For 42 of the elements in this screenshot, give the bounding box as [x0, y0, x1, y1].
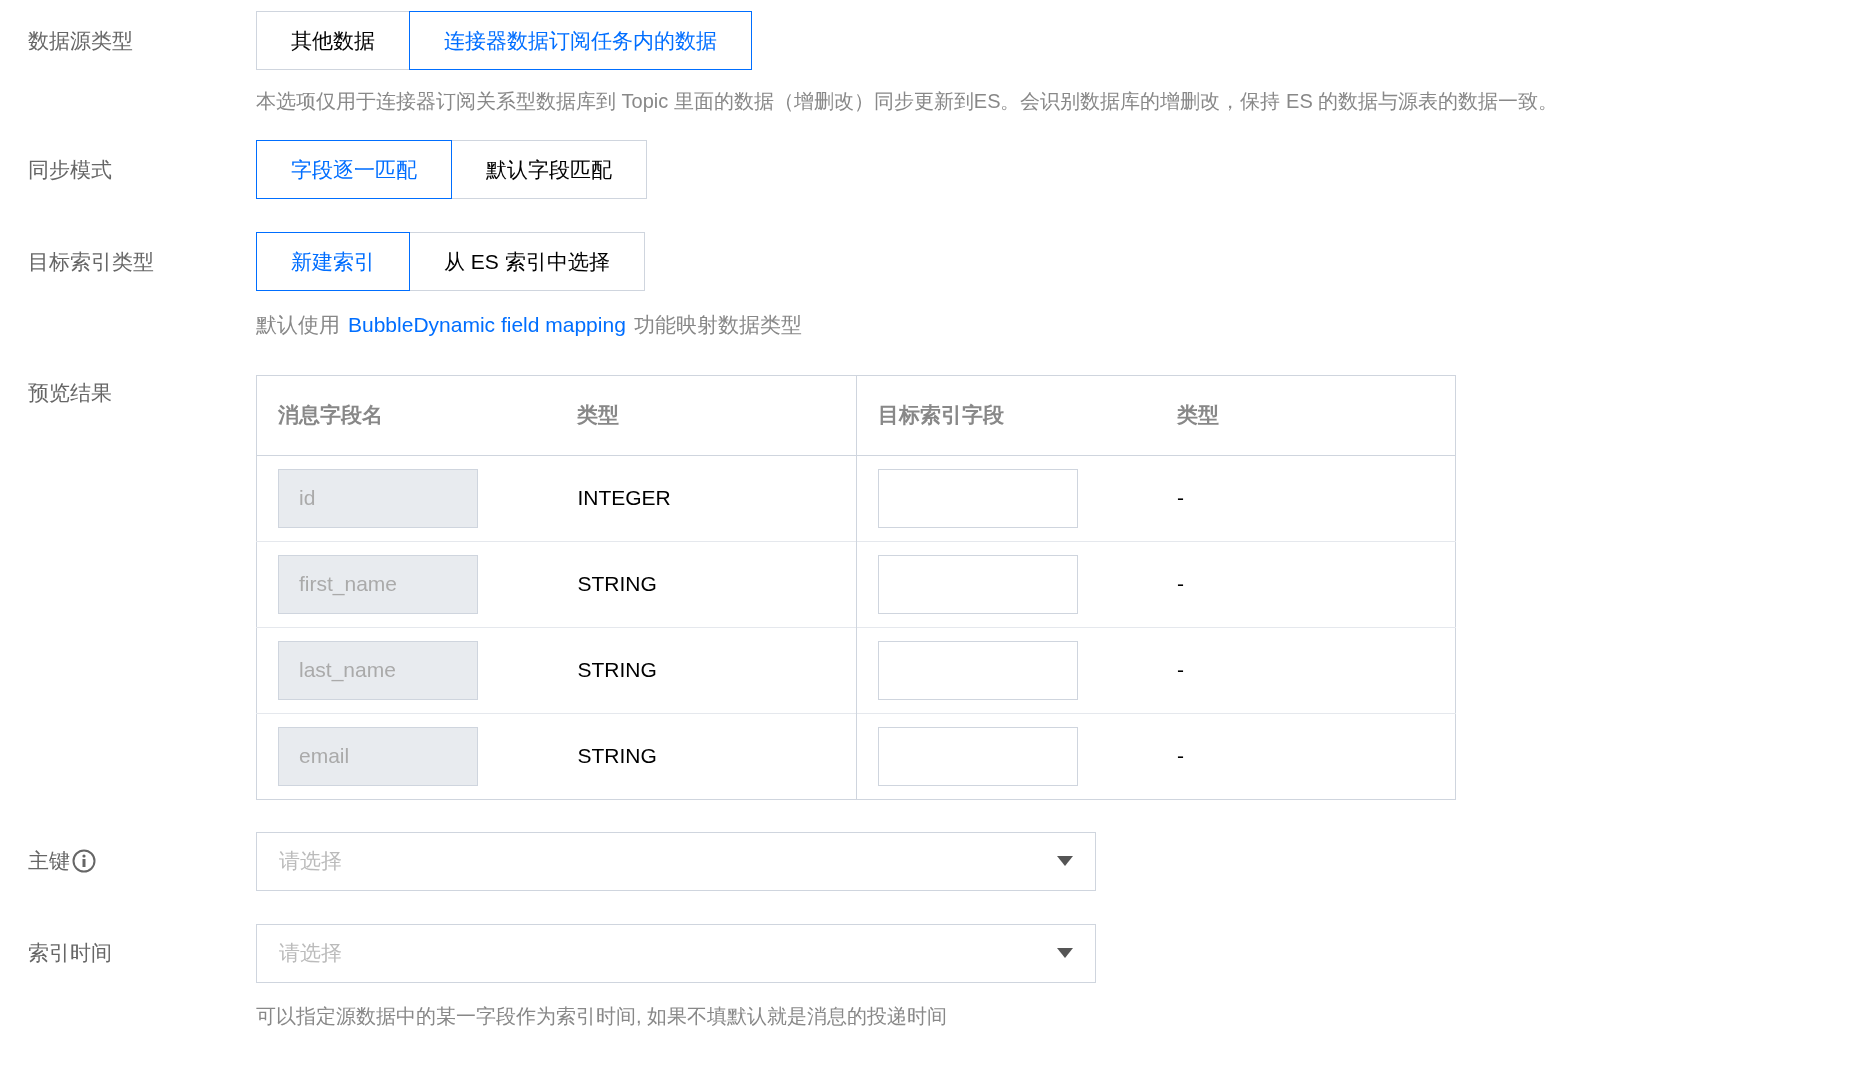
column-header: 类型	[556, 375, 857, 455]
segment-option[interactable]: 其他数据	[256, 11, 410, 70]
field-label: 预览结果	[28, 380, 112, 404]
segment-option[interactable]: 新建索引	[256, 232, 410, 291]
table-cell: INTEGER	[556, 455, 857, 541]
field-label: 数据源类型	[28, 27, 133, 54]
help-text: 可以指定源数据中的某一字段作为索引时间, 如果不填默认就是消息的投递时间	[256, 1003, 949, 1029]
column-header: 消息字段名	[256, 375, 557, 455]
segment-option[interactable]: 字段逐一匹配	[256, 140, 452, 199]
table-cell: -	[1155, 455, 1456, 541]
field-label: 主键	[28, 848, 70, 875]
table-cell: -	[1155, 627, 1456, 713]
mapping-link[interactable]: BubbleDynamic field mapping	[348, 309, 626, 341]
table-cell: STRING	[556, 713, 857, 799]
target-field-input[interactable]	[877, 726, 1078, 786]
table-cell: STRING	[556, 541, 857, 627]
placeholder-text: 请选择	[279, 848, 342, 875]
placeholder-text: 请选择	[279, 940, 342, 967]
segment-option[interactable]: 默认字段匹配	[451, 140, 647, 199]
field-label: 同步模式	[28, 156, 112, 183]
column-header: 目标索引字段	[856, 375, 1156, 455]
target-field-input[interactable]	[877, 640, 1078, 700]
target-field-input[interactable]	[877, 468, 1078, 528]
field-label: 目标索引类型	[28, 248, 154, 275]
caret-down-icon	[1057, 856, 1073, 866]
help-text: 默认使用	[256, 312, 340, 338]
segment-option[interactable]: 从 ES 索引中选择	[409, 232, 645, 291]
help-text: 本选项仅用于连接器订阅关系型数据库到 Topic 里面的数据（增删改）同步更新到ES。会识别数据库的增删改，保持 ES 的数据与源表的数据一致。	[256, 89, 1559, 114]
field-name: first_name	[299, 571, 398, 598]
caret-down-icon	[1057, 948, 1073, 958]
column-header: 类型	[1155, 375, 1456, 455]
table-cell: STRING	[556, 627, 857, 713]
table-cell: -	[1155, 541, 1456, 627]
target-field-input[interactable]	[877, 554, 1078, 614]
segment-option[interactable]: 连接器数据订阅任务内的数据	[409, 11, 752, 70]
field-name: last_name	[299, 657, 396, 684]
field-name: email	[299, 743, 350, 770]
field-label: 索引时间	[28, 940, 112, 967]
info-icon[interactable]	[72, 849, 96, 873]
table-cell: -	[1155, 713, 1456, 799]
help-text: 功能映射数据类型	[633, 312, 802, 338]
field-name: id	[299, 485, 316, 512]
